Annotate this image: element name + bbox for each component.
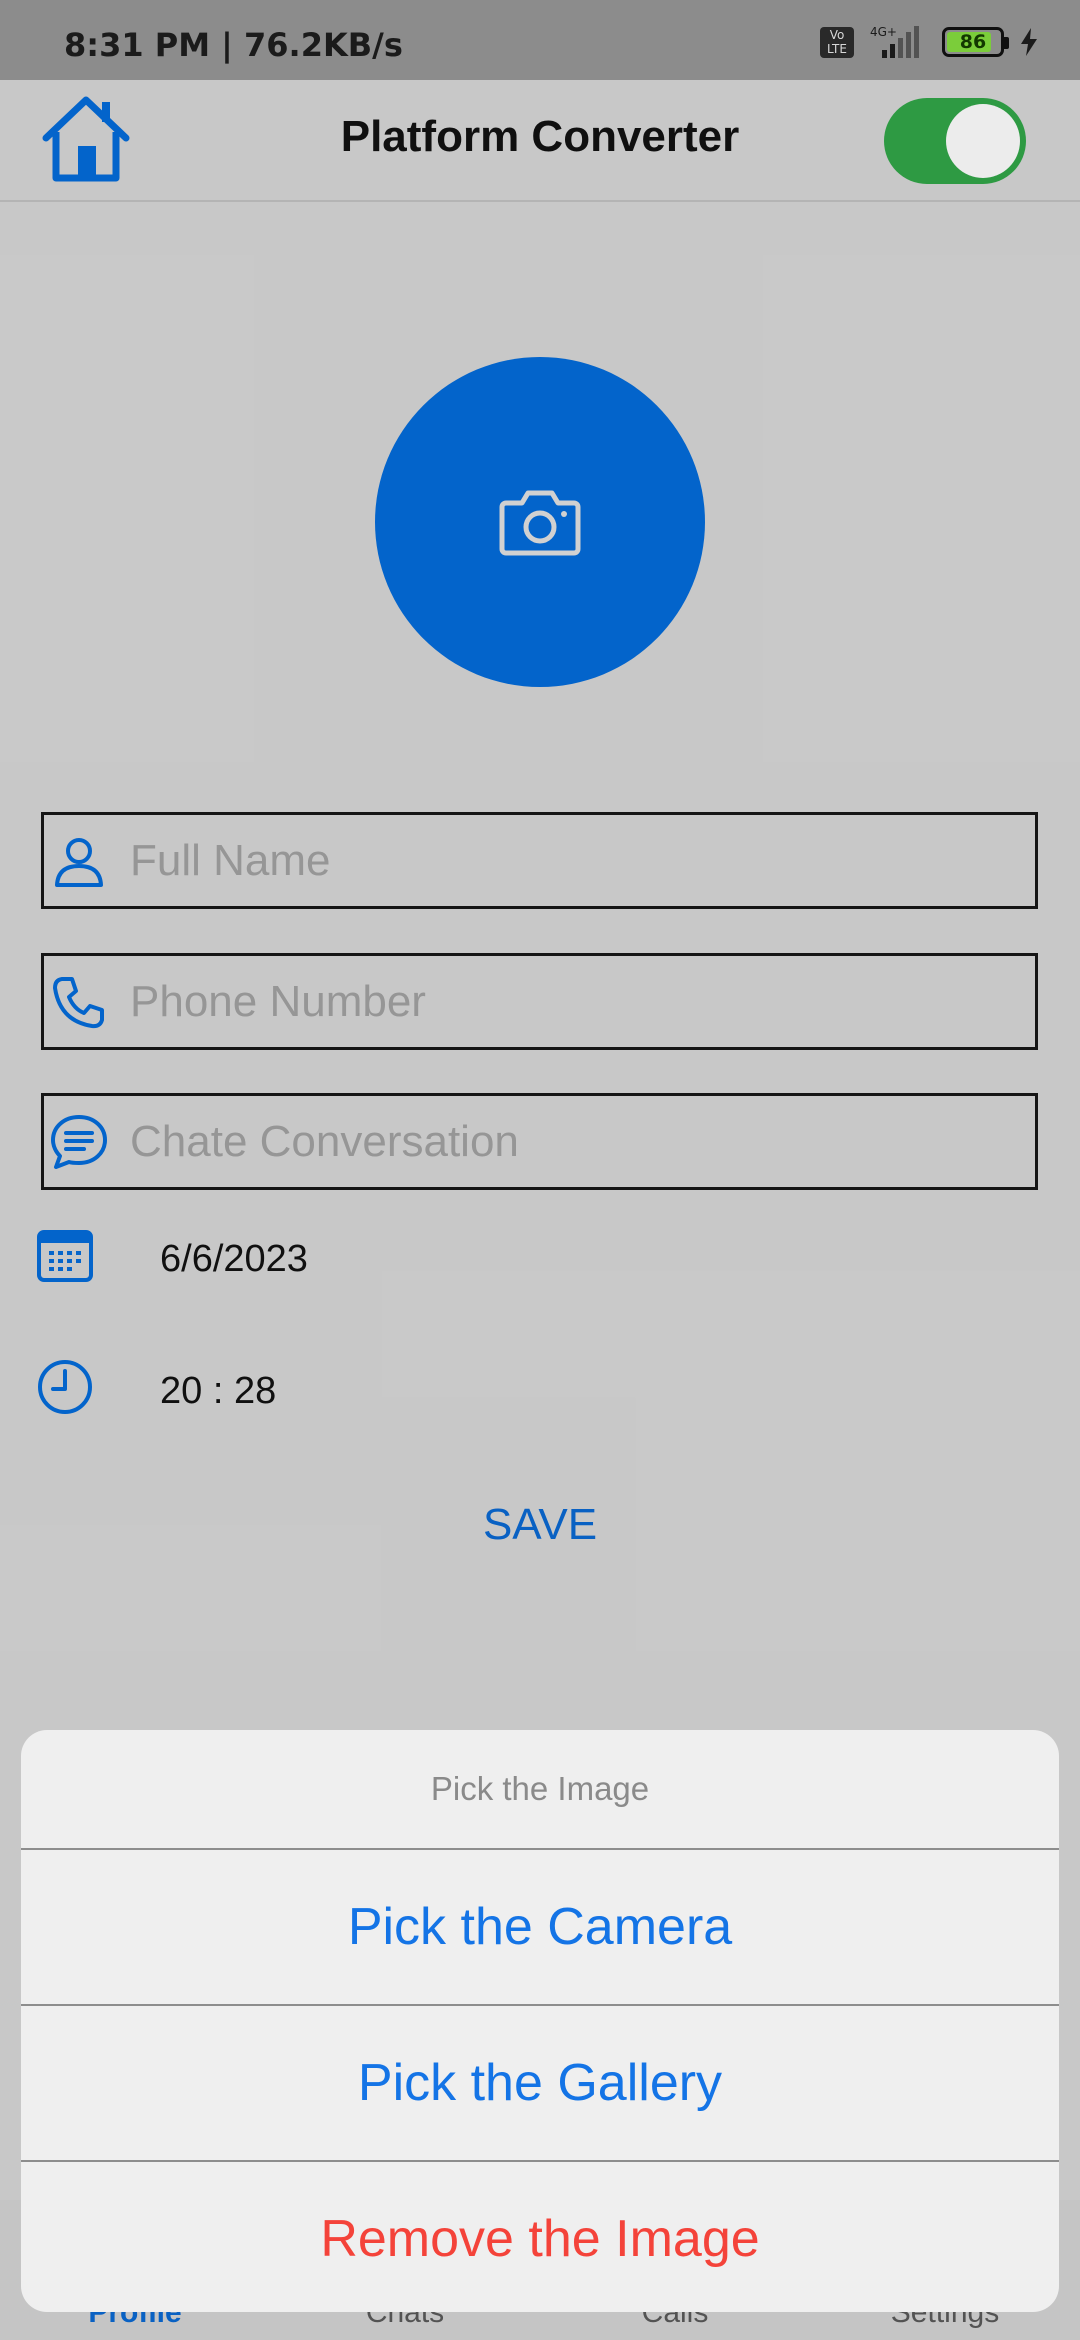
remove-image-button[interactable]: Remove the Image <box>21 2162 1059 2312</box>
pick-gallery-button[interactable]: Pick the Gallery <box>21 2006 1059 2162</box>
pick-camera-button[interactable]: Pick the Camera <box>21 1850 1059 2006</box>
image-action-sheet: Pick the Image Pick the Camera Pick the … <box>21 1730 1059 2312</box>
action-sheet-title: Pick the Image <box>21 1730 1059 1850</box>
